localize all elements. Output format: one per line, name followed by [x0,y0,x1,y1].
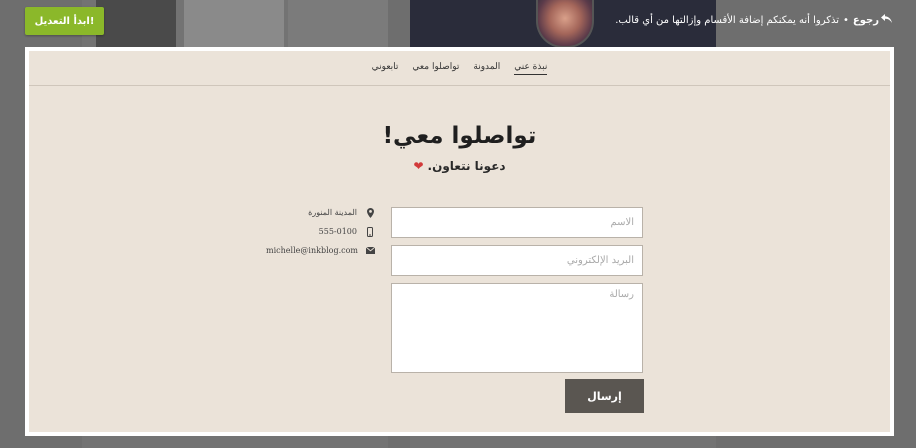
heart-icon: ❤ [413,159,424,173]
back-link-label: رجوع [852,14,879,26]
site-nav: نبذة عني المدونة تواصلوا معي تابعوني [29,51,890,86]
contact-info: المدينة المنورة 555-0100 michelle@inkblo… [266,203,375,260]
back-link[interactable]: رجوع [853,14,892,26]
envelope-icon [366,247,375,254]
back-arrow-icon [881,14,892,26]
email-text: michelle@inkblog.com [266,246,358,255]
send-button[interactable]: إرسال [565,379,644,413]
background-photo [184,0,284,48]
address-text: المدينة المنورة [308,208,357,217]
subtitle-text: دعونا نتعاون. [427,159,506,173]
page-title: تواصلوا معي! [382,123,537,149]
preview-frame: نبذة عني المدونة تواصلوا معي تابعوني توا… [25,47,894,436]
message-field[interactable] [391,283,643,373]
nav-item-follow[interactable]: تابعوني [372,62,399,74]
phone-text: 555-0100 [318,227,357,236]
location-pin-icon [365,207,375,218]
page-subtitle: دعونا نتعاون. ❤ [29,159,890,173]
info-row-email: michelle@inkblog.com [266,241,375,260]
name-field[interactable] [391,207,643,238]
background-photo [96,0,176,48]
info-row-phone: 555-0100 [269,222,375,241]
notice-text: تذكروا أنه يمكنكم إضافة الأقسام وإزالتها… [615,14,840,26]
email-field[interactable] [391,245,643,276]
avatar [536,0,594,48]
info-row-address: المدينة المنورة [269,203,375,222]
start-editing-button[interactable]: ابدأ التعديل! [25,7,104,35]
phone-icon [365,226,375,237]
template-notice: رجوع • تذكروا أنه يمكنكم إضافة الأقسام و… [615,14,892,26]
nav-item-about[interactable]: نبذة عني [514,62,548,75]
contact-page: نبذة عني المدونة تواصلوا معي تابعوني توا… [29,51,890,432]
separator-dot: • [843,14,849,26]
background-photo [288,0,388,48]
nav-item-contact[interactable]: تواصلوا معي [412,62,459,74]
nav-item-blog[interactable]: المدونة [473,62,500,74]
